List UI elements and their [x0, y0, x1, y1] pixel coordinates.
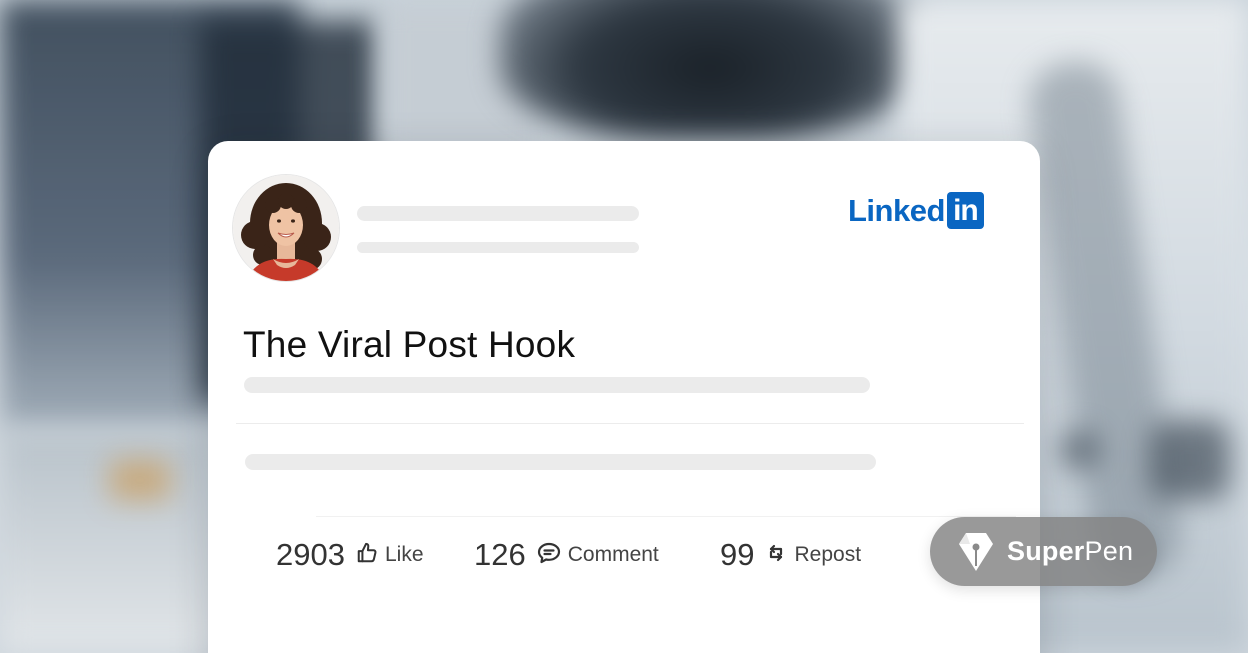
background-blur — [1150, 420, 1230, 500]
superpen-badge[interactable]: SuperPen — [930, 517, 1157, 586]
comment-button[interactable]: 126 Comment — [474, 533, 659, 577]
like-button[interactable]: 2903 Like — [276, 533, 424, 577]
pen-nib-icon — [959, 532, 993, 571]
like-label: Like — [384, 543, 424, 566]
author-headline-placeholder — [357, 242, 639, 253]
background-blur — [500, 0, 920, 140]
post-title: The Viral Post Hook — [243, 324, 576, 365]
background-blur — [110, 460, 170, 500]
repost-arrows-icon — [765, 541, 787, 570]
post-text-placeholder — [245, 454, 876, 470]
comment-label: Comment — [567, 543, 659, 566]
thumbs-up-icon — [356, 542, 378, 569]
divider — [316, 516, 1016, 517]
screenshot-stage: Linked in The Viral Post Hook 2903 Like … — [0, 0, 1248, 653]
repost-button[interactable]: 99 Repost — [720, 533, 861, 577]
linkedin-logo-box: in — [946, 191, 984, 229]
linkedin-logo: Linked in — [848, 191, 984, 229]
post-card: Linked in The Viral Post Hook 2903 Like … — [208, 141, 1040, 653]
repost-count: 99 — [720, 537, 755, 572]
linkedin-logo-word: Linked — [848, 192, 945, 228]
avatar-image — [233, 175, 339, 281]
author-name-placeholder — [357, 206, 639, 221]
comment-bubble-icon — [537, 542, 561, 569]
comment-count: 126 — [474, 537, 526, 572]
like-count: 2903 — [276, 537, 345, 572]
repost-label: Repost — [794, 543, 862, 566]
background-blur — [1060, 430, 1100, 470]
superpen-brand: SuperPen — [1007, 536, 1133, 567]
post-text-placeholder — [244, 377, 870, 393]
divider — [236, 423, 1024, 424]
avatar[interactable] — [232, 174, 340, 282]
superpen-brand-bold: Super — [1007, 536, 1085, 566]
superpen-brand-regular: Pen — [1084, 536, 1134, 566]
